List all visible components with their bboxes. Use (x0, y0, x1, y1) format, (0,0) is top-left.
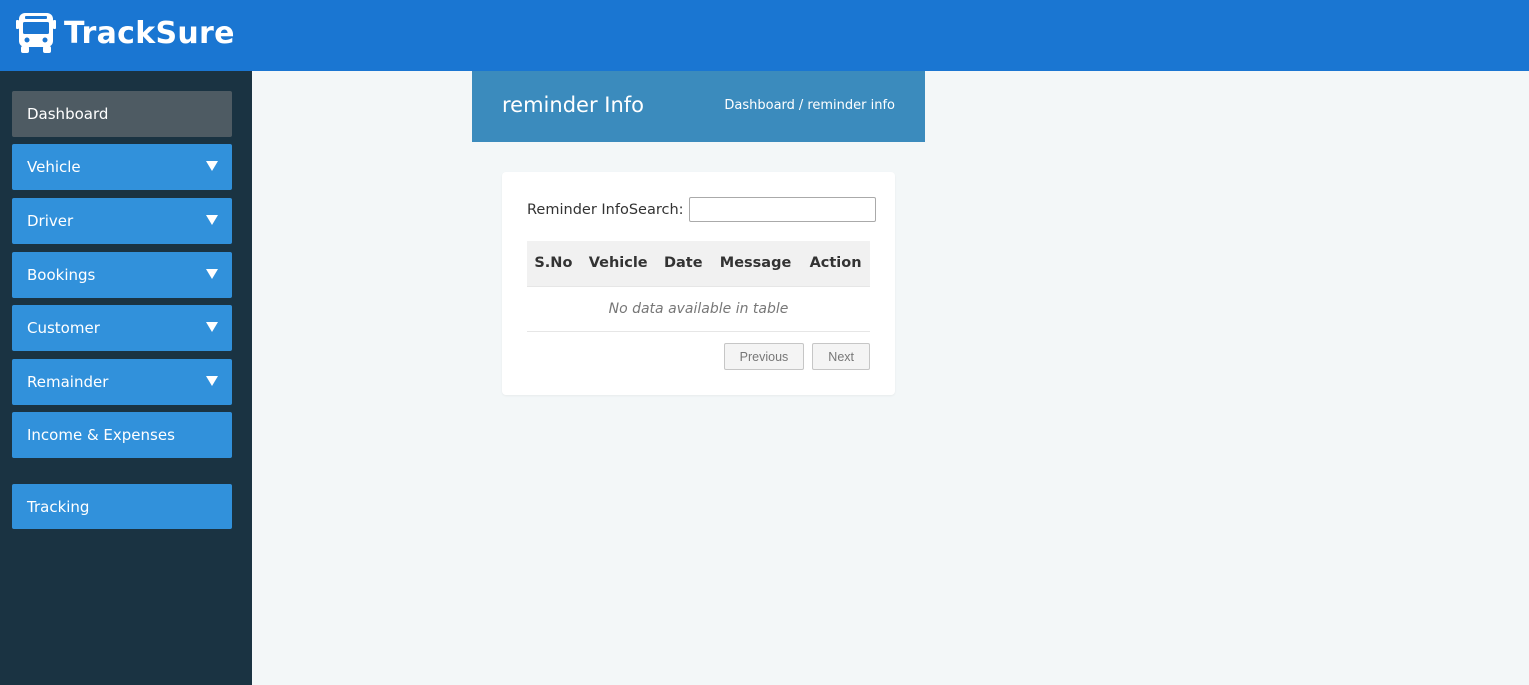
caret-down-icon (206, 215, 218, 225)
page-header: reminder Info Dashboard / reminder info (472, 71, 925, 142)
sidebar-item-label: Vehicle (27, 158, 81, 176)
sidebar-item-label: Tracking (27, 497, 90, 516)
search-input[interactable] (688, 197, 876, 222)
sidebar-item-label: Driver (27, 212, 74, 230)
sidebar-item-vehicle[interactable]: Vehicle (12, 144, 232, 190)
pagination: Previous Next (723, 343, 870, 370)
app-name: TrackSure (64, 15, 235, 51)
breadcrumb-separator: / (798, 98, 804, 113)
sidebar-item-driver[interactable]: Driver (12, 198, 232, 244)
sidebar-item-dashboard[interactable]: Dashboard (12, 91, 232, 137)
next-page-button[interactable]: Next (812, 343, 870, 370)
column-header-sno[interactable]: S.No (527, 241, 580, 286)
reminder-card: Reminder InfoSearch: S.No Vehicle Date M… (502, 172, 895, 395)
breadcrumb-dashboard-link[interactable]: Dashboard (724, 98, 795, 113)
column-header-message[interactable]: Message (709, 241, 802, 286)
breadcrumb: Dashboard / reminder info (724, 98, 895, 113)
sidebar: Dashboard Vehicle Driver Bookings Custom… (0, 71, 252, 685)
sidebar-item-customer[interactable]: Customer (12, 305, 232, 351)
sidebar-item-income-expenses[interactable]: Income & Expenses (12, 412, 232, 458)
reminder-table: S.No Vehicle Date Message Action No data… (527, 241, 870, 332)
breadcrumb-current: reminder info (807, 98, 895, 113)
column-header-date[interactable]: Date (656, 241, 710, 286)
caret-down-icon (206, 161, 218, 171)
previous-page-button[interactable]: Previous (723, 343, 805, 370)
sidebar-item-label: Customer (27, 319, 100, 337)
table-header-row: S.No Vehicle Date Message Action (527, 241, 870, 286)
search-row: Reminder InfoSearch: (527, 197, 876, 222)
bus-icon (16, 13, 56, 53)
empty-table-message: No data available in table (527, 285, 870, 332)
sidebar-item-remainder[interactable]: Remainder (12, 359, 232, 405)
page-title: reminder Info (502, 93, 644, 117)
caret-down-icon (206, 269, 218, 279)
sidebar-item-label: Remainder (27, 373, 109, 391)
top-bar: TrackSure (0, 0, 1529, 71)
search-label: Reminder InfoSearch: (527, 201, 684, 218)
table-row: No data available in table (527, 285, 870, 332)
column-header-action[interactable]: Action (801, 241, 870, 286)
brand-logo[interactable]: TrackSure (16, 5, 235, 61)
caret-down-icon (206, 376, 218, 386)
sidebar-item-tracking[interactable]: Tracking (12, 484, 232, 529)
sidebar-item-label: Dashboard (27, 105, 109, 123)
sidebar-item-label: Income & Expenses (27, 426, 175, 444)
caret-down-icon (206, 322, 218, 332)
sidebar-item-label: Bookings (27, 266, 96, 284)
sidebar-item-bookings[interactable]: Bookings (12, 252, 232, 298)
column-header-vehicle[interactable]: Vehicle (579, 241, 657, 286)
